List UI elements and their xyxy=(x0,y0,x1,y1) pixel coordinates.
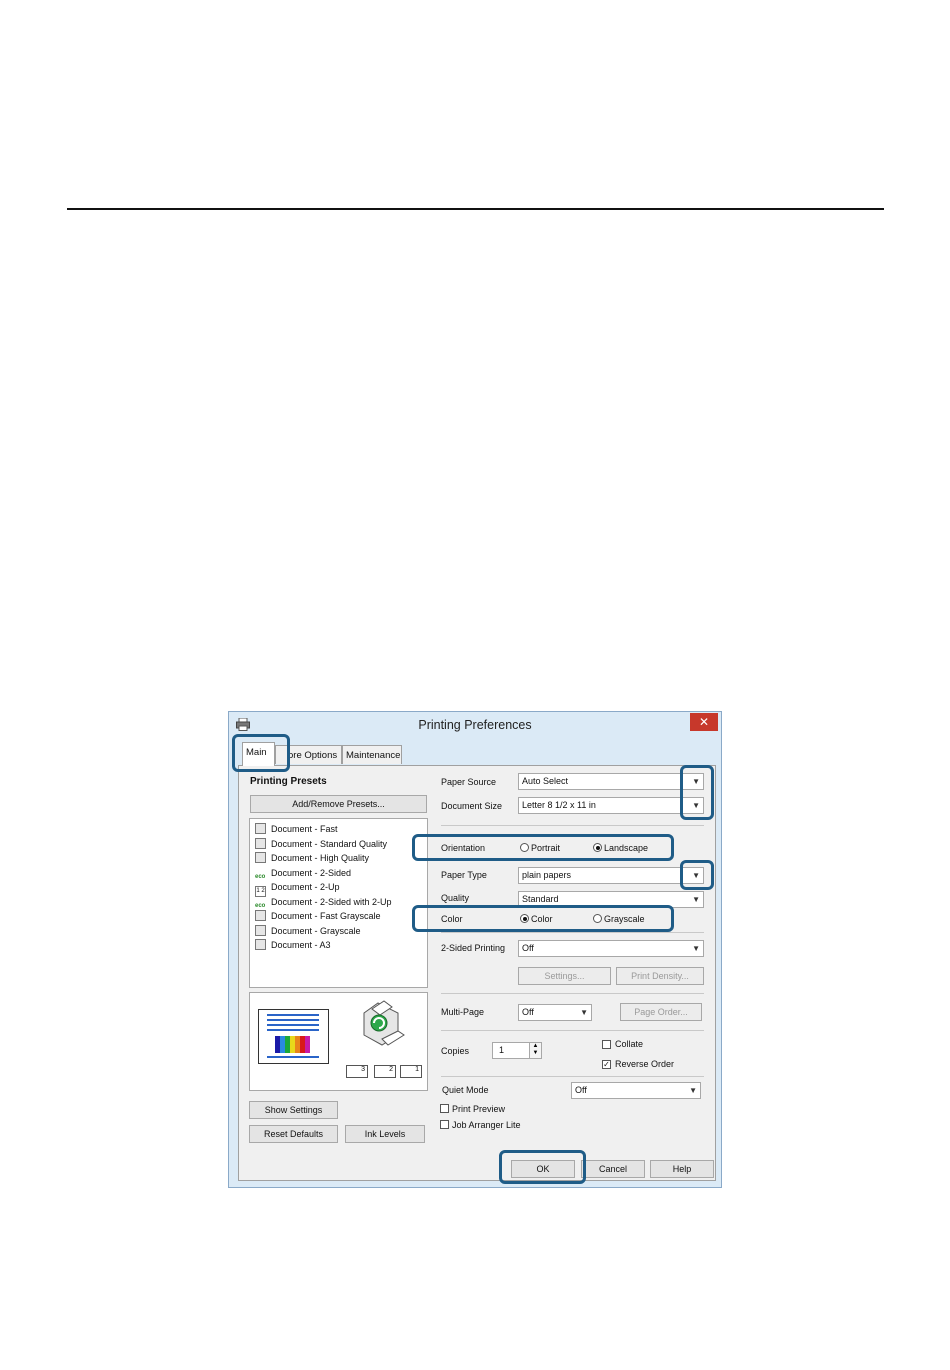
multi-page-select[interactable]: Off ▼ xyxy=(518,1004,592,1021)
arrow-down-icon[interactable]: ▼ xyxy=(530,1050,541,1057)
two-sided-settings-button[interactable]: Settings... xyxy=(518,967,611,985)
document-icon xyxy=(255,838,266,849)
chevron-down-icon: ▼ xyxy=(692,895,700,904)
two-sided-printing-select[interactable]: Off ▼ xyxy=(518,940,704,957)
divider xyxy=(441,932,704,933)
dialog-title: Printing Preferences xyxy=(418,718,532,732)
printer-illustration-icon xyxy=(363,1000,405,1046)
highlight-orientation xyxy=(412,834,674,861)
print-density-button[interactable]: Print Density... xyxy=(616,967,704,985)
list-item[interactable]: Document - High Quality xyxy=(255,851,369,865)
copies-input[interactable]: 1 xyxy=(492,1042,530,1059)
reset-defaults-button[interactable]: Reset Defaults xyxy=(249,1125,338,1143)
document-icon xyxy=(255,823,266,834)
multi-page-label: Multi-Page xyxy=(441,1007,485,1017)
list-item[interactable]: Document - Fast xyxy=(255,822,338,836)
divider xyxy=(441,1030,704,1031)
divider xyxy=(441,825,704,826)
tray-1-icon: 1 xyxy=(400,1065,422,1078)
tray-2-icon: 2 xyxy=(374,1065,396,1078)
list-item[interactable]: Document - Grayscale xyxy=(255,924,361,938)
copies-spinner[interactable]: ▲ ▼ xyxy=(529,1042,542,1059)
chevron-down-icon: ▼ xyxy=(689,1086,697,1095)
list-item[interactable]: Document - A3 xyxy=(255,938,331,952)
ink-levels-button[interactable]: Ink Levels xyxy=(345,1125,425,1143)
highlight-paper-type-dropdown xyxy=(680,860,714,890)
highlight-color xyxy=(412,905,674,932)
document-icon xyxy=(255,925,266,936)
list-item[interactable]: Document - Standard Quality xyxy=(255,837,387,851)
list-item[interactable]: eco Document - 2-Sided with 2-Up xyxy=(255,895,392,909)
quality-label: Quality xyxy=(441,893,470,903)
reverse-order-label[interactable]: Reverse Order xyxy=(615,1059,674,1069)
add-remove-presets-button[interactable]: Add/Remove Presets... xyxy=(250,795,427,813)
page-divider xyxy=(67,208,884,210)
printing-presets-header: Printing Presets xyxy=(250,776,327,787)
document-size-select[interactable]: Letter 8 1/2 x 11 in ▼ xyxy=(518,797,704,814)
print-preview-checkbox[interactable] xyxy=(440,1104,449,1113)
quiet-mode-label: Quiet Mode xyxy=(442,1085,489,1095)
document-icon xyxy=(255,939,266,950)
page-order-button[interactable]: Page Order... xyxy=(620,1003,702,1021)
paper-source-label: Paper Source xyxy=(441,777,497,787)
tray-3-icon: 3 xyxy=(346,1065,368,1078)
two-sided-printing-label: 2-Sided Printing xyxy=(441,943,506,953)
cancel-button[interactable]: Cancel xyxy=(581,1160,645,1178)
document-size-label: Document Size xyxy=(441,801,503,811)
title-bar[interactable]: Printing Preferences ✕ xyxy=(229,712,721,738)
paper-type-select[interactable]: plain papers ▼ xyxy=(518,867,704,884)
page-preview-icon xyxy=(258,1009,329,1064)
chevron-down-icon: ▼ xyxy=(580,1008,588,1017)
highlight-ok-button xyxy=(499,1150,586,1184)
chevron-down-icon: ▼ xyxy=(692,944,700,953)
print-preview-label[interactable]: Print Preview xyxy=(452,1104,505,1114)
divider xyxy=(441,993,704,994)
document-icon xyxy=(255,910,266,921)
quiet-mode-select[interactable]: Off ▼ xyxy=(571,1082,701,1099)
list-item[interactable]: 1 2 Document - 2-Up xyxy=(255,880,340,897)
help-button[interactable]: Help xyxy=(650,1160,714,1178)
show-settings-button[interactable]: Show Settings xyxy=(249,1101,338,1119)
highlight-main-tab xyxy=(232,734,290,772)
document-icon xyxy=(255,852,266,863)
collate-label[interactable]: Collate xyxy=(615,1039,643,1049)
highlight-size-dropdowns xyxy=(680,765,714,820)
paper-source-select[interactable]: Auto Select ▼ xyxy=(518,773,704,790)
printing-preferences-dialog: Printing Preferences ✕ Main ore Options … xyxy=(228,711,722,1188)
reverse-order-checkbox[interactable]: ✓ xyxy=(602,1060,611,1069)
divider xyxy=(441,1076,704,1077)
job-arranger-lite-label[interactable]: Job Arranger Lite xyxy=(452,1120,521,1130)
close-button[interactable]: ✕ xyxy=(690,713,718,731)
print-preview-area: 3 2 1 xyxy=(249,992,428,1091)
arrow-up-icon[interactable]: ▲ xyxy=(530,1043,541,1050)
collate-checkbox[interactable] xyxy=(602,1040,611,1049)
job-arranger-lite-checkbox[interactable] xyxy=(440,1120,449,1129)
copies-label: Copies xyxy=(441,1046,470,1056)
list-item[interactable]: Document - Fast Grayscale xyxy=(255,909,381,923)
presets-list[interactable]: Document - Fast Document - Standard Qual… xyxy=(249,818,428,988)
paper-type-label: Paper Type xyxy=(441,870,487,880)
list-item[interactable]: eco Document - 2-Sided xyxy=(255,866,351,880)
tab-maintenance[interactable]: Maintenance xyxy=(342,745,402,764)
